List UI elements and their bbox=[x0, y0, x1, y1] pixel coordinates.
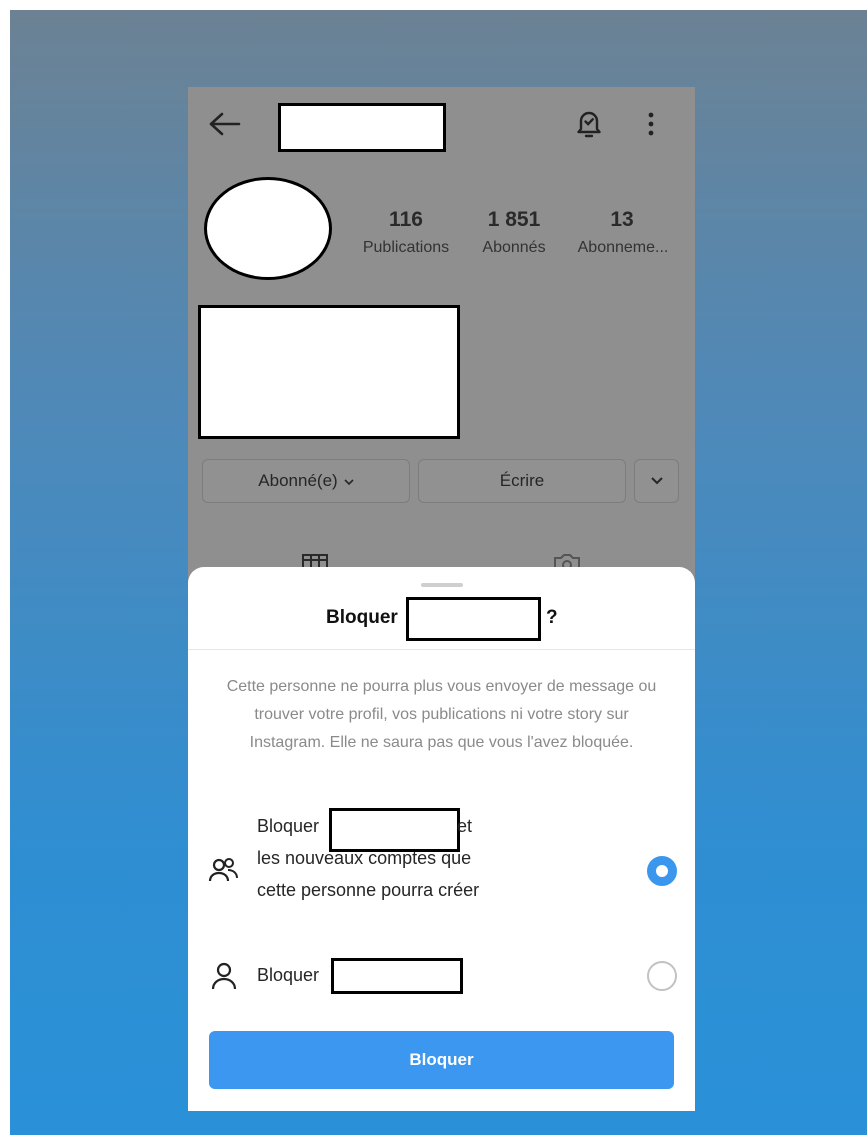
tagged-tab-icon[interactable] bbox=[552, 553, 582, 570]
sheet-drag-handle[interactable] bbox=[421, 583, 463, 587]
following-count[interactable]: 13 bbox=[572, 208, 672, 232]
phone-screen: 116 Publications 1 851 Abonnés 13 Abonne… bbox=[188, 87, 695, 1111]
followers-count[interactable]: 1 851 bbox=[464, 208, 564, 232]
people-group-icon bbox=[208, 857, 240, 885]
more-options-icon[interactable] bbox=[643, 109, 659, 139]
message-button-label: Écrire bbox=[499, 471, 545, 490]
grid-tab-icon[interactable] bbox=[301, 553, 329, 567]
dialog-title-prefix: Bloquer bbox=[326, 607, 398, 628]
option1-line3: cette personne pourra créer bbox=[257, 880, 480, 900]
block-description: Cette personne ne pourra plus vous envoy… bbox=[226, 678, 657, 751]
block-option-account-only[interactable]: Bloquer bbox=[188, 945, 695, 1005]
bio-redacted bbox=[198, 305, 460, 439]
following-button-label: Abonné(e) bbox=[258, 471, 338, 490]
option2-prefix: Bloquer bbox=[257, 965, 320, 985]
dialog-title-suffix: ? bbox=[546, 607, 558, 628]
suggestions-dropdown-button[interactable] bbox=[634, 459, 679, 503]
dialog-title-username-redacted bbox=[406, 597, 541, 641]
posts-label[interactable]: Publications bbox=[351, 239, 461, 257]
person-icon bbox=[210, 961, 238, 991]
followers-label[interactable]: Abonnés bbox=[464, 239, 564, 257]
following-label[interactable]: Abonneme... bbox=[568, 239, 678, 257]
username-redacted bbox=[278, 103, 446, 152]
option1-line2: les nouveaux comptes que bbox=[257, 848, 472, 868]
posts-count[interactable]: 116 bbox=[356, 208, 456, 232]
chevron-down-icon bbox=[344, 471, 354, 491]
notification-bell-icon[interactable] bbox=[573, 107, 605, 141]
message-button[interactable]: Écrire bbox=[418, 459, 626, 503]
option1-radio-selected[interactable] bbox=[647, 856, 677, 886]
avatar[interactable] bbox=[204, 177, 332, 280]
option1-prefix: Bloquer bbox=[257, 816, 320, 836]
block-option-new-accounts[interactable]: Bloquer et les nouveaux comptes que cett… bbox=[188, 808, 695, 927]
option1-after: et bbox=[457, 816, 473, 836]
back-arrow-icon[interactable] bbox=[206, 109, 242, 139]
divider bbox=[188, 649, 695, 650]
option2-radio[interactable] bbox=[647, 961, 677, 991]
chevron-down-icon bbox=[650, 471, 664, 491]
block-dialog-sheet: Bloquer ? Cette personne ne pourra plus … bbox=[188, 567, 695, 1111]
confirm-block-button[interactable]: Bloquer bbox=[209, 1031, 674, 1089]
following-button[interactable]: Abonné(e) bbox=[202, 459, 410, 503]
option2-username-redacted bbox=[331, 958, 463, 994]
